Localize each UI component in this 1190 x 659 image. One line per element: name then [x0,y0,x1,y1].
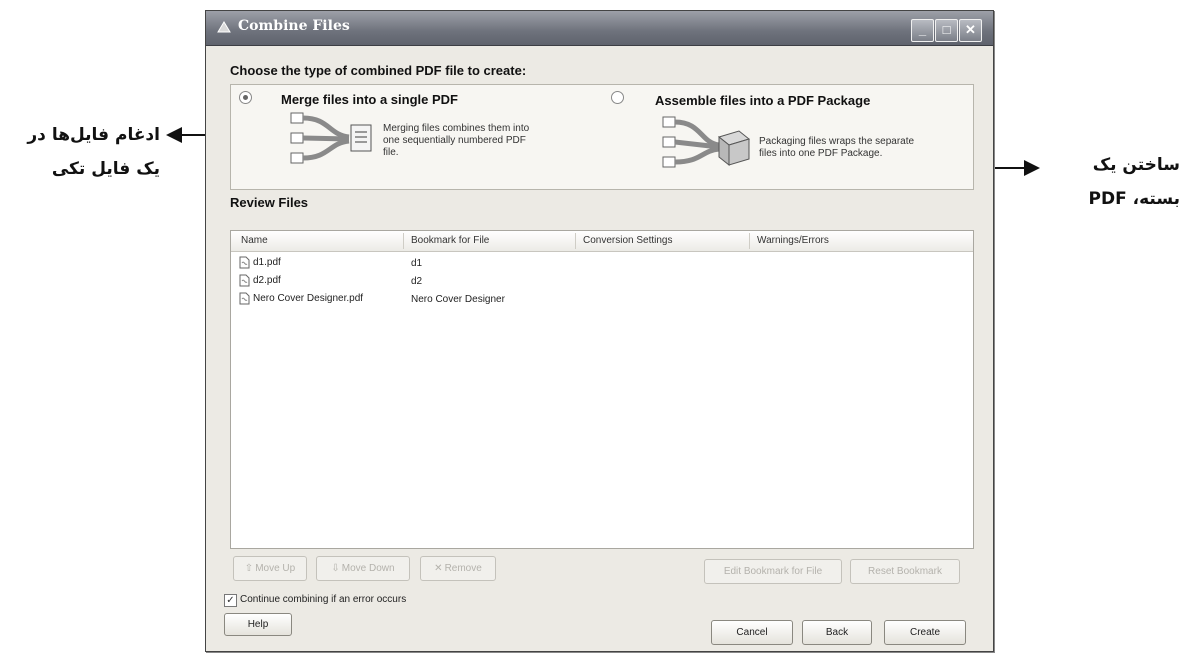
file-bookmark: Nero Cover Designer [411,294,505,305]
pdf-type-panel: Merge files into a single PDF Merging fi… [230,84,974,190]
annotation-merge-line1: ادغام فایل‌ها در [27,125,160,145]
package-option-description: Packaging files wraps the separate files… [759,136,914,160]
reset-bookmark-button[interactable]: Reset Bookmark [850,559,960,584]
annotation-package-line2: بسته، PDF [1088,189,1181,209]
close-button[interactable]: ✕ [959,19,982,42]
maximize-button[interactable]: □ [935,19,958,42]
merge-radio[interactable] [239,91,252,104]
edit-bookmark-label: Edit Bookmark for File [723,566,823,577]
move-up-button[interactable]: ⇧ Move Up [233,556,307,581]
review-files-table[interactable]: Name Bookmark for File Conversion Settin… [230,230,974,549]
file-bookmark: d1 [411,258,423,269]
column-header-warnings[interactable]: Warnings/Errors [757,235,829,246]
arrow-down-icon: ⇩ [331,563,340,574]
column-divider [575,233,576,249]
arrow-up-icon: ⇧ [244,563,254,574]
package-files-icon [662,116,751,168]
create-button[interactable]: Create [884,620,966,645]
pdf-file-icon [239,274,250,287]
file-name: Nero Cover Designer.pdf [253,293,364,304]
package-desc-line1: Packaging files wraps the separate [759,136,915,147]
minimize-icon: _ [918,22,927,37]
help-button[interactable]: Help [224,613,292,636]
minimize-button[interactable]: _ [911,19,934,42]
merge-files-icon [290,112,372,164]
close-icon: ✕ [965,22,976,37]
file-name: d1.pdf [253,257,281,268]
file-name: d2.pdf [253,275,281,286]
package-radio[interactable] [611,91,624,104]
remove-label: Remove [444,563,482,574]
annotation-package: ساختن یک بسته، PDF [1040,148,1181,216]
package-desc-line2: files into one PDF Package. [759,148,883,159]
annotation-package-arrowhead [1024,160,1040,176]
window-title: Combine Files [238,18,350,34]
move-down-button[interactable]: ⇩ Move Down [316,556,410,581]
remove-button[interactable]: ✕ Remove [420,556,496,581]
merge-desc-line1: Merging files combines them into [383,123,530,134]
back-button[interactable]: Back [802,620,872,645]
title-bar[interactable]: Combine Files _ □ ✕ [206,11,993,46]
file-bookmark: d2 [411,276,423,287]
combine-files-window: Combine Files _ □ ✕ Choose the type of c… [205,10,994,652]
column-divider [749,233,750,249]
continue-checkbox[interactable]: ✓ [224,594,237,607]
annotation-merge: ادغام فایل‌ها در یک فایل تکی [10,118,160,186]
column-header-conversion[interactable]: Conversion Settings [583,235,673,246]
merge-desc-line3: file. [383,147,399,158]
maximize-icon: □ [942,22,951,37]
type-section-heading: Choose the type of combined PDF file to … [230,63,527,78]
merge-desc-line2: one sequentially numbered PDF [383,135,526,146]
annotation-merge-arrowhead [166,127,182,143]
column-divider [403,233,404,249]
continue-checkbox-label[interactable]: Continue combining if an error occurs [240,594,406,605]
back-label: Back [825,627,849,638]
review-files-heading: Review Files [230,195,309,210]
table-row[interactable]: Nero Cover Designer.pdf Nero Cover Desig… [231,290,973,309]
table-row[interactable]: d1.pdf d1 [231,254,973,273]
checkmark-icon: ✓ [226,595,235,606]
table-header: Name Bookmark for File Conversion Settin… [231,231,973,252]
annotation-package-line1: ساختن یک [1092,155,1180,175]
pdf-file-icon [239,292,250,305]
column-header-bookmark[interactable]: Bookmark for File [411,235,489,246]
table-row[interactable]: d2.pdf d2 [231,272,973,291]
acrobat-app-icon [217,21,231,33]
edit-bookmark-button[interactable]: Edit Bookmark for File [704,559,842,584]
merge-option-description: Merging files combines them into one seq… [383,123,529,159]
merge-option-label[interactable]: Merge files into a single PDF [281,92,458,107]
cancel-button[interactable]: Cancel [711,620,793,645]
remove-x-icon: ✕ [434,563,443,574]
column-header-name[interactable]: Name [241,235,268,246]
move-down-label: Move Down [341,563,395,574]
annotation-merge-line2: یک فایل تکی [51,159,160,179]
reset-bookmark-label: Reset Bookmark [868,566,942,577]
cancel-label: Cancel [736,627,768,638]
create-label: Create [909,627,940,638]
help-label: Help [247,619,269,630]
move-up-label: Move Up [255,563,296,574]
package-option-label[interactable]: Assemble files into a PDF Package [655,93,870,108]
pdf-file-icon [239,256,250,269]
